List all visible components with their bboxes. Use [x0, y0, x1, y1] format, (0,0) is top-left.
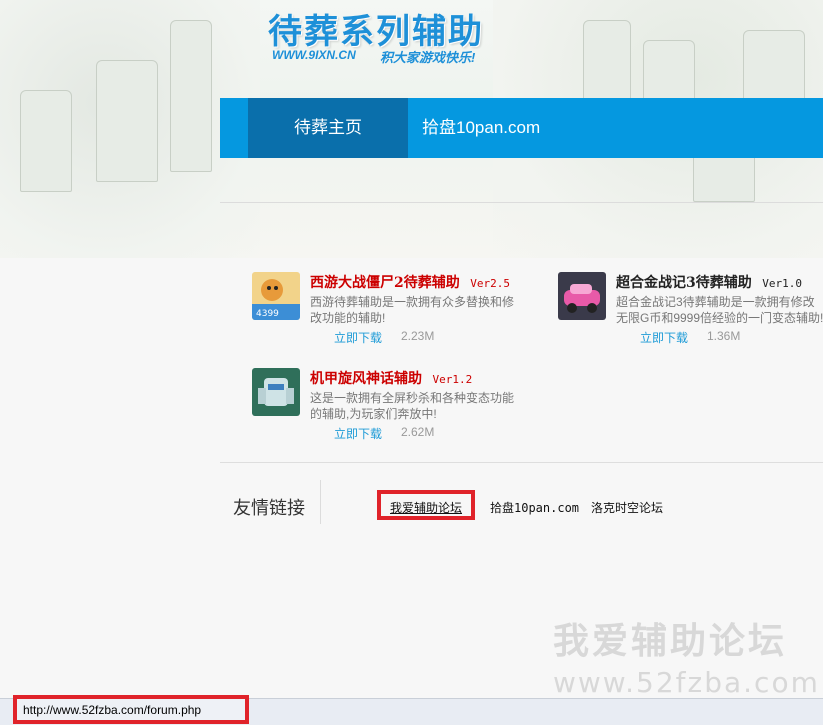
game-title[interactable]: 超合金战记3待葬辅助 — [616, 275, 752, 291]
game-version: Ver1.2 — [432, 373, 473, 386]
logo-title: 待葬系列辅助 — [268, 12, 484, 52]
game-title[interactable]: 机甲旋风神话辅助 — [310, 371, 422, 387]
svg-text:4399: 4399 — [256, 309, 279, 319]
game-title[interactable]: 西游大战僵尸2待葬辅助 — [310, 275, 460, 291]
game-card-xiyou: 4399 西游大战僵尸2待葬辅助 Ver2.5 西游待葬辅助是一款拥有众多替换和… — [252, 272, 542, 362]
file-size: 2.62M — [401, 425, 435, 439]
download-link[interactable]: 立即下载 — [334, 425, 382, 442]
friend-link-52fzba[interactable]: 我爱辅助论坛 — [390, 499, 462, 516]
file-size: 1.36M — [707, 329, 741, 343]
file-size: 2.23M — [401, 329, 435, 343]
mech-game-icon[interactable] — [252, 368, 300, 416]
watermark-title: 我爱辅助论坛 — [553, 621, 788, 662]
download-link[interactable]: 立即下载 — [640, 329, 688, 346]
download-link[interactable]: 立即下载 — [334, 329, 382, 346]
game-description: 这是一款拥有全屏秒杀和各种变态功能的辅助,为玩家们奔放中! — [310, 391, 515, 421]
game-title-row: 超合金战记3待葬辅助 Ver1.0 — [616, 272, 802, 292]
site-logo[interactable]: 待葬系列辅助 WWW.9IXN.CN 积大家游戏快乐! — [268, 4, 498, 68]
game-version: Ver1.0 — [762, 277, 802, 290]
nav-item-home[interactable]: 待葬主页 — [248, 98, 408, 158]
friend-link-luoke[interactable]: 洛克时空论坛 — [591, 499, 663, 516]
game-card-jijia: 机甲旋风神话辅助 Ver1.2 这是一款拥有全屏秒杀和各种变态功能的辅助,为玩家… — [252, 368, 542, 458]
game-description: 超合金战记3待葬辅助是一款拥有修改无限G币和9999倍经验的一门变态辅助! — [616, 295, 823, 325]
links-divider — [220, 462, 823, 463]
status-url-highlight: http://www.52fzba.com/forum.php — [13, 695, 249, 724]
nav-item-10pan[interactable]: 拾盘10pan.com — [422, 98, 540, 158]
status-url: http://www.52fzba.com/forum.php — [23, 703, 202, 717]
game-title-row: 西游大战僵尸2待葬辅助 Ver2.5 — [310, 272, 510, 292]
friend-link-10pan[interactable]: 拾盘10pan.com — [490, 499, 579, 516]
page-header: 待葬系列辅助 WWW.9IXN.CN 积大家游戏快乐! 待葬主页 拾盘10pan… — [0, 0, 823, 258]
zombie-game-icon[interactable]: 4399 — [252, 272, 300, 320]
main-nav: 待葬主页 拾盘10pan.com — [220, 98, 823, 158]
game-card-chaohejin: 超合金战记3待葬辅助 Ver1.0 超合金战记3待葬辅助是一款拥有修改无限G币和… — [558, 272, 823, 362]
car-game-icon[interactable] — [558, 272, 606, 320]
header-divider — [220, 202, 823, 203]
game-title-row: 机甲旋风神话辅助 Ver1.2 — [310, 368, 472, 388]
logo-url: WWW.9IXN.CN — [272, 48, 356, 62]
logo-slogan: 积大家游戏快乐! — [380, 50, 476, 65]
game-description: 西游待葬辅助是一款拥有众多替换和修改功能的辅助! — [310, 295, 515, 325]
watermark-url: www.52fzba.com — [553, 666, 820, 699]
friend-links-title: 友情链接 — [233, 498, 305, 518]
main-content: 4399 西游大战僵尸2待葬辅助 Ver2.5 西游待葬辅助是一款拥有众多替换和… — [0, 258, 823, 724]
game-version: Ver2.5 — [470, 277, 510, 290]
links-separator — [320, 480, 321, 524]
